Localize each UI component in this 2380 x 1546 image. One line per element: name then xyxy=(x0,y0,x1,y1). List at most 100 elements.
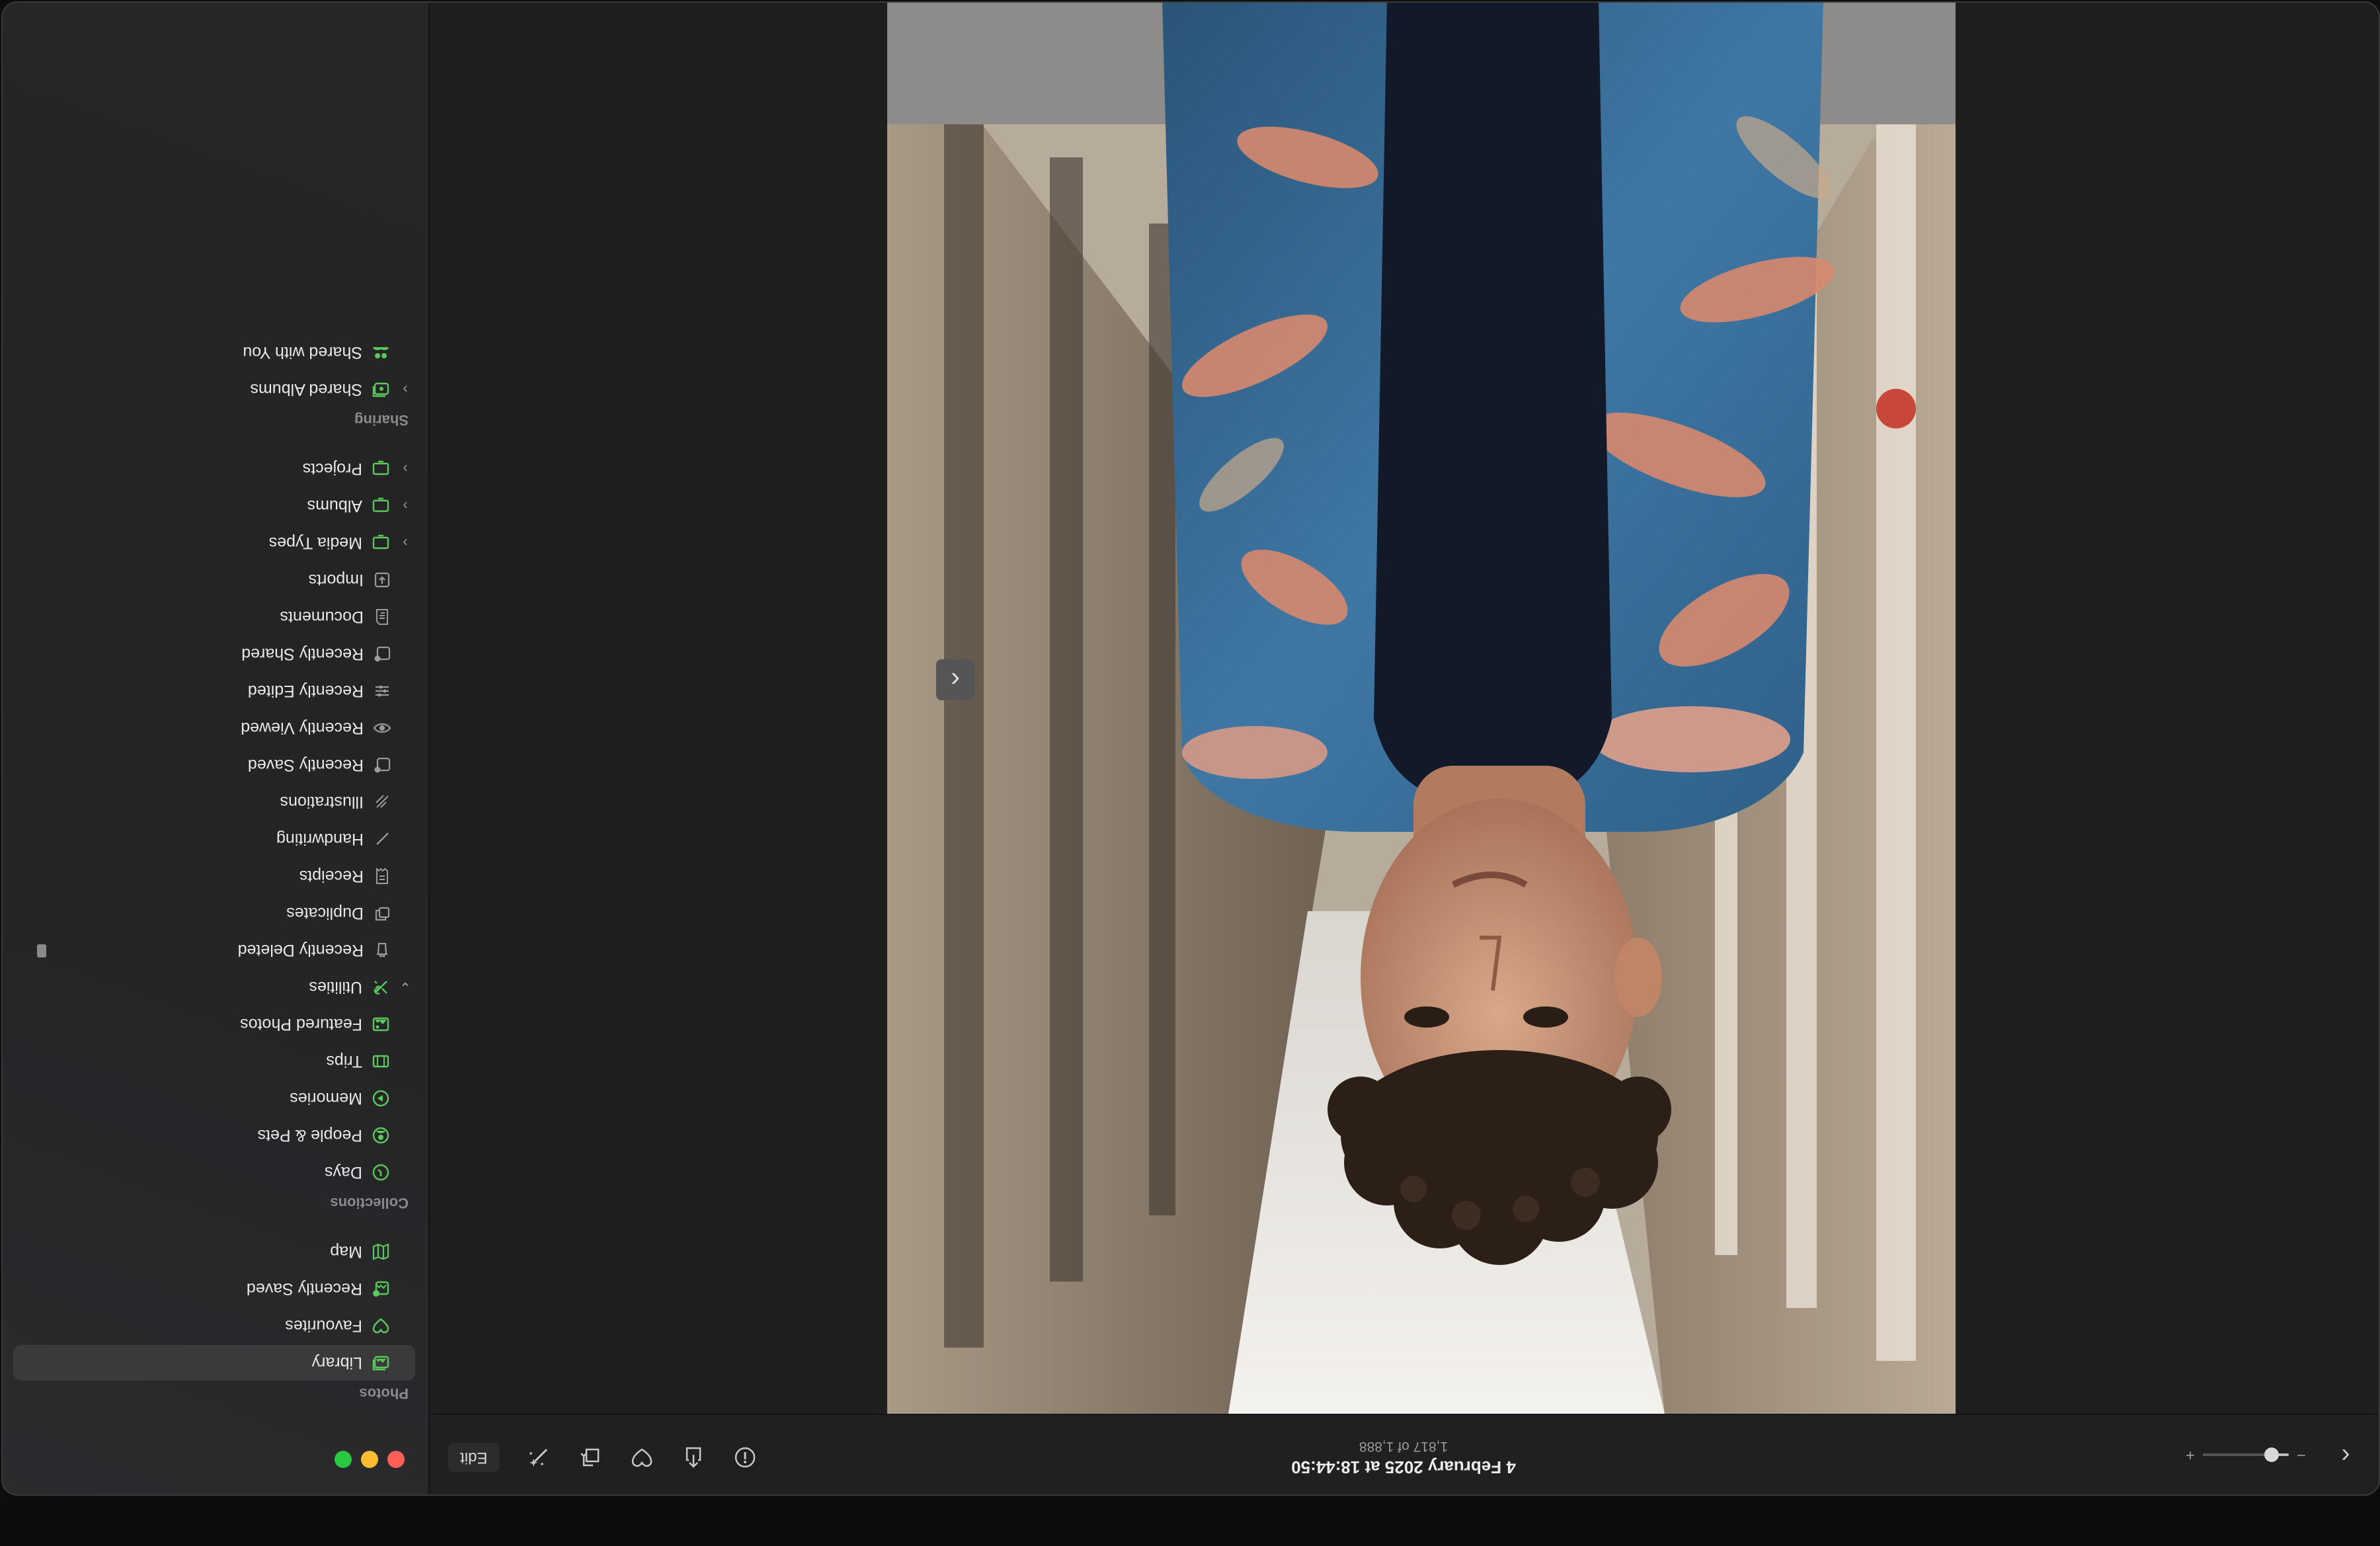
sidebar-item-label: Shared with You xyxy=(243,343,362,362)
sidebar-item-label: Imports xyxy=(308,571,364,590)
sidebar-item-favourites[interactable]: Favourites xyxy=(13,1308,415,1344)
sidebar-item-label: Documents xyxy=(280,608,364,627)
previous-photo-button[interactable]: ‹ xyxy=(936,659,974,700)
sidebar-item-library[interactable]: Library xyxy=(13,1345,415,1381)
sidebar-item-label: Memories xyxy=(290,1089,362,1108)
duplicates-icon xyxy=(373,904,391,922)
sidebar-item-trips[interactable]: Trips xyxy=(13,1043,415,1079)
eye-icon xyxy=(373,719,391,737)
sidebar-item-handwriting[interactable]: Handwriting xyxy=(13,821,415,857)
sidebar-item-memories[interactable]: Memories xyxy=(13,1080,415,1116)
sidebar-item-people-pets[interactable]: People & Pets xyxy=(13,1118,415,1153)
sidebar-item-label: Trips xyxy=(326,1052,362,1071)
sidebar-item-label: Recently Viewed xyxy=(241,719,364,738)
library-icon xyxy=(372,1354,390,1372)
sidebar-item-label: Projects xyxy=(302,460,362,479)
sidebar-item-label: Shared Albums xyxy=(250,380,362,399)
sidebar-item-label: Recently Shared xyxy=(241,645,364,664)
people-icon xyxy=(372,1126,390,1145)
chevron-down-icon[interactable]: ⌄ xyxy=(395,979,415,996)
sidebar-item-label: Illustrations xyxy=(280,793,364,812)
chevron-right-icon[interactable]: › xyxy=(395,534,415,551)
folder-icon xyxy=(372,497,390,515)
sidebar-item-label: Recently Deleted xyxy=(237,941,364,960)
sidebar-item-label: Recently Saved xyxy=(247,756,364,775)
sidebar-item-illustrations[interactable]: Illustrations xyxy=(13,784,415,820)
sidebar-item-recently-saved-utility[interactable]: Recently Saved xyxy=(13,747,415,783)
sidebar-item-label: Receipts xyxy=(299,867,364,886)
edited-icon xyxy=(373,682,391,700)
sidebar-item-projects[interactable]: › Projects xyxy=(13,451,415,487)
sidebar-item-label: Duplicates xyxy=(286,904,364,923)
documents-icon xyxy=(373,608,391,626)
toolbar-actions: Edit xyxy=(448,1443,757,1472)
sidebar-item-documents[interactable]: Documents xyxy=(13,599,415,635)
trash-icon xyxy=(373,941,391,959)
heart-icon[interactable] xyxy=(630,1445,654,1469)
sidebar-item-days[interactable]: Days xyxy=(13,1155,415,1190)
chevron-right-icon[interactable]: › xyxy=(395,460,415,477)
photo[interactable] xyxy=(887,1,1956,1414)
sidebar-item-label: Library xyxy=(311,1354,362,1373)
sidebar-item-shared-with-you[interactable]: Shared with You xyxy=(13,335,415,370)
sidebar-item-shared-albums[interactable]: › Shared Albums xyxy=(13,372,415,407)
sidebar-item-label: People & Pets xyxy=(257,1126,362,1145)
sidebar-item-duplicates[interactable]: Duplicates xyxy=(13,895,415,931)
heart-icon xyxy=(372,1317,390,1335)
days-icon xyxy=(372,1163,390,1182)
sidebar-item-featured-photos[interactable]: Featured Photos xyxy=(13,1006,415,1042)
sidebar-item-map[interactable]: Map xyxy=(13,1234,415,1270)
imports-icon xyxy=(373,571,391,589)
sidebar-item-imports[interactable]: Imports xyxy=(13,562,415,598)
sidebar-item-recently-deleted[interactable]: Recently Deleted xyxy=(13,932,415,968)
sidebar-item-label: Featured Photos xyxy=(240,1015,362,1034)
sidebar-item-label: Media Types xyxy=(268,534,362,553)
section-heading-collections: Collections xyxy=(330,1195,409,1211)
receipts-icon xyxy=(373,867,391,885)
featured-photos-icon xyxy=(372,1015,390,1034)
shared-icon xyxy=(373,645,391,663)
section-heading-sharing: Sharing xyxy=(354,412,409,428)
sidebar: Photos Library Favourites Recently Saved… xyxy=(3,3,430,1494)
sidebar-item-utilities[interactable]: ⌄ Utilities xyxy=(13,969,415,1005)
sidebar-item-label: Recently Saved xyxy=(246,1280,362,1299)
info-icon[interactable] xyxy=(733,1445,757,1469)
share-icon[interactable] xyxy=(682,1445,705,1469)
sidebar-item-media-types[interactable]: › Media Types xyxy=(13,525,415,561)
folder-icon xyxy=(372,460,390,478)
main-content: ‹ − + 4 February 2025 at 18:44:50 1,817 … xyxy=(428,1,2379,1494)
sidebar-list: Photos Library Favourites Recently Saved… xyxy=(3,3,428,1494)
section-heading-photos: Photos xyxy=(359,1385,409,1402)
recently-saved-icon xyxy=(373,756,391,774)
toolbar: ‹ − + 4 February 2025 at 18:44:50 1,817 … xyxy=(428,1414,2379,1494)
sidebar-item-albums[interactable]: › Albums xyxy=(13,488,415,524)
handwriting-icon xyxy=(373,830,391,848)
sidebar-item-recently-shared[interactable]: Recently Shared xyxy=(13,636,415,672)
lock-icon xyxy=(37,944,46,957)
photos-window: ‹ − + 4 February 2025 at 18:44:50 1,817 … xyxy=(1,1,2380,1496)
enhance-icon[interactable] xyxy=(527,1445,551,1469)
trips-icon xyxy=(372,1052,390,1071)
edit-button[interactable]: Edit xyxy=(448,1443,500,1472)
utilities-icon xyxy=(372,978,390,997)
sidebar-item-label: Recently Edited xyxy=(247,682,364,701)
sidebar-item-label: Albums xyxy=(307,497,362,516)
sidebar-item-label: Days xyxy=(325,1163,362,1182)
folder-icon xyxy=(372,534,390,552)
sidebar-item-recently-edited[interactable]: Recently Edited xyxy=(13,673,415,709)
shared-albums-icon xyxy=(372,380,390,399)
sidebar-item-label: Utilities xyxy=(309,978,362,997)
chevron-right-icon[interactable]: › xyxy=(395,497,415,514)
sidebar-item-receipts[interactable]: Receipts xyxy=(13,858,415,894)
sidebar-item-recently-saved[interactable]: Recently Saved xyxy=(13,1271,415,1307)
sidebar-item-recently-viewed[interactable]: Recently Viewed xyxy=(13,710,415,746)
rotate-icon[interactable] xyxy=(578,1445,602,1469)
photo-viewer: ‹ xyxy=(428,1,2379,1414)
memories-icon xyxy=(372,1089,390,1108)
chevron-right-icon[interactable]: › xyxy=(395,381,415,398)
map-icon xyxy=(372,1242,390,1261)
sidebar-item-label: Favourites xyxy=(285,1317,362,1336)
recently-saved-icon xyxy=(372,1280,390,1298)
shared-with-you-icon xyxy=(372,343,390,362)
illustrations-icon xyxy=(373,793,391,811)
